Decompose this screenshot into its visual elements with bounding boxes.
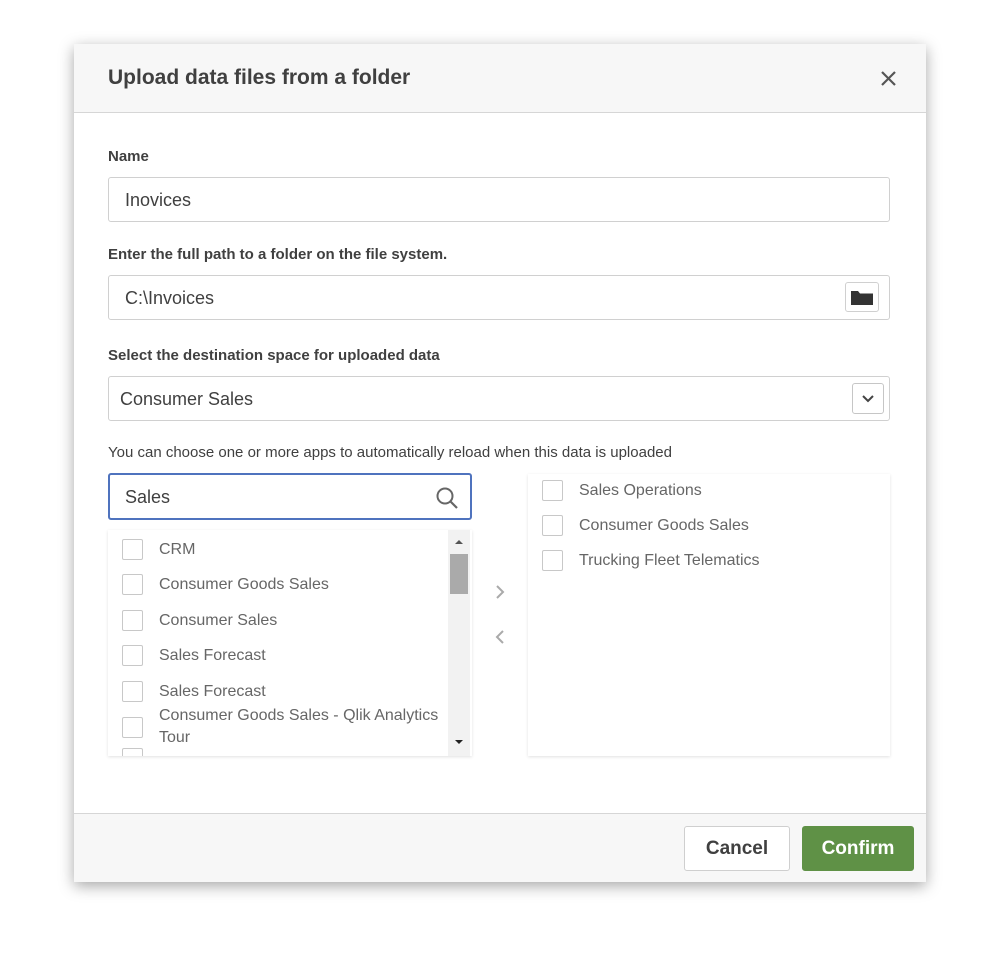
chevron-left-icon[interactable] bbox=[490, 627, 510, 647]
scroll-up-icon[interactable] bbox=[453, 536, 465, 548]
chevron-right-icon[interactable] bbox=[490, 582, 510, 602]
list-item-label: Sales Forecast bbox=[159, 683, 266, 700]
list-item-label: Sales Forecast bbox=[159, 647, 266, 664]
scroll-down-icon[interactable] bbox=[453, 736, 465, 748]
space-label: Select the destination space for uploade… bbox=[108, 347, 440, 364]
list-item-label: Consumer Goods Sales - Qlik Analytics To… bbox=[159, 707, 439, 746]
list-item-label: Consumer Sales bbox=[159, 612, 278, 629]
apps-hint: You can choose one or more apps to autom… bbox=[108, 444, 672, 461]
dialog-footer: Cancel Confirm bbox=[74, 813, 926, 882]
apps-search-value: Sales bbox=[125, 487, 171, 507]
selected-apps-list[interactable]: Sales Operations Consumer Goods Sales Tr… bbox=[528, 474, 890, 756]
checkbox[interactable] bbox=[122, 539, 143, 560]
checkbox[interactable] bbox=[122, 574, 143, 595]
name-value: Inovices bbox=[125, 190, 192, 210]
list-item[interactable]: Consumer Goods Sales bbox=[542, 513, 862, 537]
dialog-title: Upload data files from a folder bbox=[108, 66, 411, 89]
space-select[interactable]: Consumer Sales bbox=[108, 376, 890, 421]
path-label: Enter the full path to a folder on the f… bbox=[108, 246, 448, 263]
dialog-header: Upload data files from a folder bbox=[74, 44, 926, 113]
list-item[interactable]: CRM bbox=[122, 537, 442, 561]
list-item-label: Consumer Goods Sales bbox=[159, 576, 329, 593]
space-selected-value: Consumer Sales bbox=[120, 389, 254, 409]
list-item[interactable]: Sales Operations bbox=[542, 478, 862, 502]
close-button[interactable] bbox=[874, 64, 902, 92]
list-item-label: Trucking Fleet Telematics bbox=[579, 552, 760, 569]
list-item-label: CRM bbox=[159, 541, 196, 558]
checkbox[interactable] bbox=[542, 515, 563, 536]
list-scrollbar[interactable] bbox=[448, 530, 470, 756]
space-dropdown-button[interactable] bbox=[852, 383, 884, 414]
browse-folder-button[interactable] bbox=[845, 282, 879, 312]
list-item[interactable]: Consumer Goods Sales - Qlik Analytics To… bbox=[122, 703, 442, 749]
cancel-button[interactable]: Cancel bbox=[684, 826, 790, 871]
confirm-button[interactable]: Confirm bbox=[802, 826, 914, 871]
list-item[interactable] bbox=[122, 746, 442, 756]
checkbox[interactable] bbox=[122, 748, 143, 756]
apps-search-input[interactable]: Sales bbox=[108, 473, 472, 520]
list-item[interactable]: Consumer Goods Sales bbox=[122, 572, 442, 596]
checkbox[interactable] bbox=[122, 681, 143, 702]
list-item[interactable]: Sales Forecast bbox=[122, 679, 442, 703]
list-item[interactable]: Trucking Fleet Telematics bbox=[542, 548, 862, 572]
path-value: C:\Invoices bbox=[125, 288, 215, 308]
checkbox[interactable] bbox=[122, 610, 143, 631]
search-icon[interactable] bbox=[434, 485, 460, 511]
name-label: Name bbox=[108, 148, 149, 165]
available-apps-list[interactable]: CRM Consumer Goods Sales Consumer Sales … bbox=[108, 530, 472, 756]
scroll-thumb[interactable] bbox=[450, 554, 468, 594]
checkbox[interactable] bbox=[542, 480, 563, 501]
list-item-label: Consumer Goods Sales bbox=[579, 517, 749, 534]
list-item[interactable]: Consumer Sales bbox=[122, 608, 442, 632]
checkbox[interactable] bbox=[122, 645, 143, 666]
upload-dialog: Upload data files from a folder Name Ino… bbox=[74, 44, 926, 882]
list-item-label: Sales Operations bbox=[579, 482, 702, 499]
checkbox[interactable] bbox=[542, 550, 563, 571]
close-icon bbox=[881, 71, 896, 86]
chevron-down-icon bbox=[862, 395, 874, 403]
list-item[interactable]: Sales Forecast bbox=[122, 643, 442, 667]
checkbox[interactable] bbox=[122, 717, 143, 738]
folder-icon bbox=[851, 291, 873, 305]
name-field[interactable]: Inovices bbox=[108, 177, 890, 222]
path-field[interactable]: C:\Invoices bbox=[108, 275, 890, 320]
